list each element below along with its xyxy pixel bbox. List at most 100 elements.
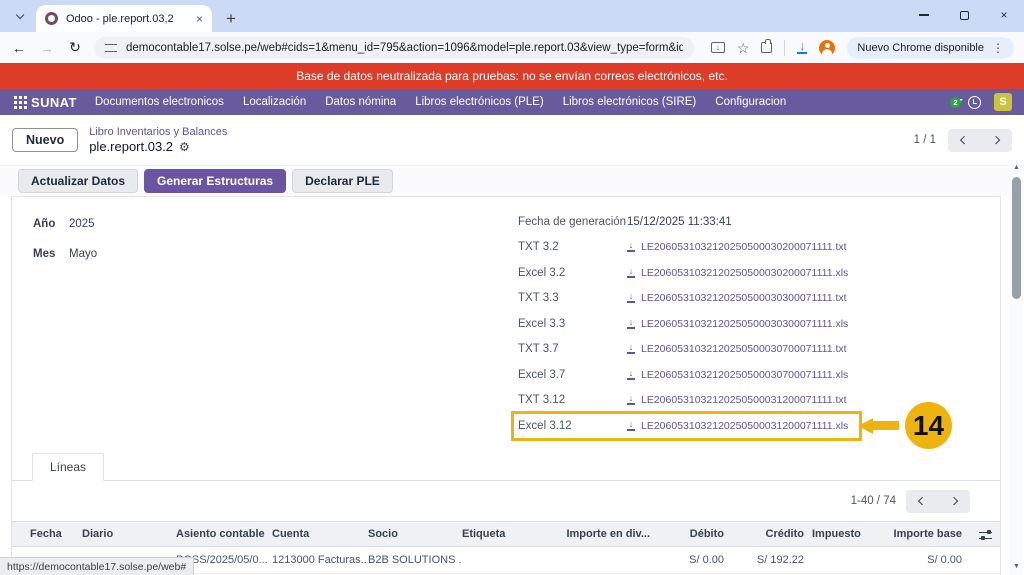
table-header-cell[interactable]: Fecha [18,528,82,540]
apps-grid-icon[interactable] [14,96,17,99]
table-header-cell[interactable]: Asiento contable [176,528,272,540]
year-value[interactable]: 2025 [69,218,95,230]
table-cell: S/ 192.22 [724,554,804,566]
file-row: Excel 3.3 ↓ LE20605310321202505000303000… [518,311,858,337]
download-icon: ↓ [627,344,635,354]
vertical-scrollbar[interactable]: ▲ ▼ [1010,160,1023,575]
tab-lineas[interactable]: Líneas [32,453,104,481]
navbar-menu-item[interactable]: Documentos electronicos [95,96,224,108]
record-pager: 1 / 1 [914,129,1012,152]
table-header-cell[interactable]: Crédito [724,528,804,540]
table-header-cell[interactable]: Socio [368,528,462,540]
table-header-cell[interactable]: Importe en div... [562,528,650,540]
navbar-menu: Documentos electronicos Localización Datos… [95,96,786,108]
navbar-menu-item[interactable]: Libros electrónicos (PLE) [415,96,543,108]
generation-date-value: 15/12/2025 11:33:41 [627,216,732,228]
browser-window: Odoo - ple.report.03,2 × + × ← → ↻ democ… [0,0,1024,575]
table-cell: 1213000 Facturas... [272,554,368,566]
reload-button[interactable]: ↻ [66,39,84,56]
statusbar-action-button[interactable]: Generar Estructuras [144,169,286,193]
notebook-tabs: Líneas [12,451,1000,481]
browser-tab[interactable]: Odoo - ple.report.03,2 × [36,5,212,32]
form-fields: Año 2025 Mes Mayo Fecha de generación 15… [12,197,1000,449]
file-download-link[interactable]: ↓ LE2060531032120250500030200071111.txt [627,241,847,253]
download-icon: ↓ [627,293,635,303]
tab-close-icon[interactable]: × [196,13,203,25]
breadcrumb-parent-link[interactable]: Libro Inventarios y Balances [89,126,227,138]
download-icon: ↓ [627,370,635,380]
year-label: Año [33,218,69,230]
send-to-device-icon[interactable]: ↓ [711,42,725,53]
forward-button[interactable]: → [38,40,56,56]
downloads-icon[interactable]: ↓ [797,41,807,54]
record-pager-buttons [948,129,1012,152]
file-download-link[interactable]: ↓ LE2060531032120250500030300071111.txt [627,292,847,304]
navbar-menu-item[interactable]: Datos nómina [325,96,396,108]
close-button[interactable]: × [984,0,1024,30]
statusbar-action-button[interactable]: Actualizar Datos [18,169,138,193]
generation-date-field: Fecha de generación 15/12/2025 11:33:41 [518,209,858,235]
status-bar-link: https://democontable17.solse.pe/web# [0,557,194,575]
form-right-column: Fecha de generación 15/12/2025 11:33:41 … [518,209,988,449]
browser-menu-icon[interactable]: ⋮ [992,41,1004,55]
list-pager: 1-40 / 74 [12,481,1000,521]
back-button[interactable]: ← [10,40,28,56]
file-name: LE2060531032120250500030200071111.xls [641,267,848,279]
navbar-menu-item[interactable]: Libros electrónicos (SIRE) [563,96,697,108]
site-settings-icon[interactable] [105,43,117,53]
url-bar[interactable]: democontable17.solse.pe/web#cids=1&menu_… [94,37,694,59]
table-header-cell[interactable]: Impuesto [804,528,870,540]
chrome-update-button[interactable]: Nuevo Chrome disponible ⋮ [847,37,1014,59]
table-header-cell[interactable]: Etiqueta [462,528,562,540]
file-label: Excel 3.3 [518,318,627,330]
minimize-button[interactable] [904,0,944,30]
chevron-down-icon [16,11,25,20]
settings-gear-icon[interactable]: ⚙ [179,141,190,153]
navbar-brand[interactable]: SUNAT [31,95,77,110]
list-pager-previous-button[interactable] [906,492,938,511]
restore-button[interactable] [944,0,984,30]
file-download-link[interactable]: ↓ LE2060531032120250500030700071111.txt [627,343,847,355]
extensions-icon[interactable] [761,42,772,53]
generation-date-label: Fecha de generación [518,216,627,228]
file-label: TXT 3.2 [518,241,627,253]
tutorial-arrow-icon [858,418,899,434]
file-download-link[interactable]: ↓ LE2060531032120250500030300071111.xls [627,318,848,330]
activities-clock-icon[interactable] [968,96,981,109]
table-header-cell[interactable]: Importe base [870,528,962,540]
file-download-link[interactable]: ↓ LE2060531032120250500031200071111.txt [627,394,847,406]
profile-avatar-icon[interactable] [819,40,835,56]
navbar-menu-item[interactable]: Configuracion [715,96,786,108]
file-download-link[interactable]: ↓ LE2060531032120250500030700071111.xls [627,369,848,381]
file-name: LE2060531032120250500030700071111.txt [641,343,847,355]
table-header-cell[interactable]: Diario [82,528,176,540]
scroll-up-icon[interactable]: ▲ [1010,160,1023,174]
file-download-link[interactable]: ↓ LE2060531032120250500030200071111.xls [627,267,848,279]
table-header-cell[interactable]: Cuenta [272,528,368,540]
tab-search-button[interactable] [8,4,32,28]
breadcrumb-current: ple.report.03.2 ⚙ [89,139,227,154]
scroll-down-icon[interactable]: ▼ [1010,559,1023,573]
list-pager-next-button[interactable] [938,492,970,511]
month-value[interactable]: Mayo [69,248,97,260]
chrome-update-label: Nuevo Chrome disponible [857,42,984,54]
form-sheet: Año 2025 Mes Mayo Fecha de generación 15… [11,196,1001,575]
table-cell: S/ 0.00 [870,554,962,566]
user-avatar[interactable]: S [994,93,1012,111]
statusbar-action-button[interactable]: Declarar PLE [292,169,393,193]
file-name: LE2060531032120250500030700071111.xls [641,369,848,381]
pager-next-button[interactable] [980,131,1012,150]
adjust-columns-icon[interactable] [979,530,992,541]
new-tab-button[interactable]: + [226,10,236,27]
pager-previous-button[interactable] [948,131,980,150]
new-record-button[interactable]: Nuevo [12,128,78,152]
table-cell: S/ 0.00 [650,554,724,566]
navbar-menu-item[interactable]: Localización [243,96,306,108]
file-download-link[interactable]: ↓ LE2060531032120250500031200071111.xls [627,420,848,432]
chevron-left-icon [918,497,927,506]
neutralized-database-banner: Base de datos neutralizada para pruebas:… [0,63,1024,89]
scrollbar-thumb[interactable] [1012,177,1021,299]
file-row: Excel 3.12 ↓ LE2060531032120250500031200… [518,413,858,439]
table-header-cell[interactable]: Débito [650,528,724,540]
bookmark-star-icon[interactable]: ☆ [737,41,750,55]
